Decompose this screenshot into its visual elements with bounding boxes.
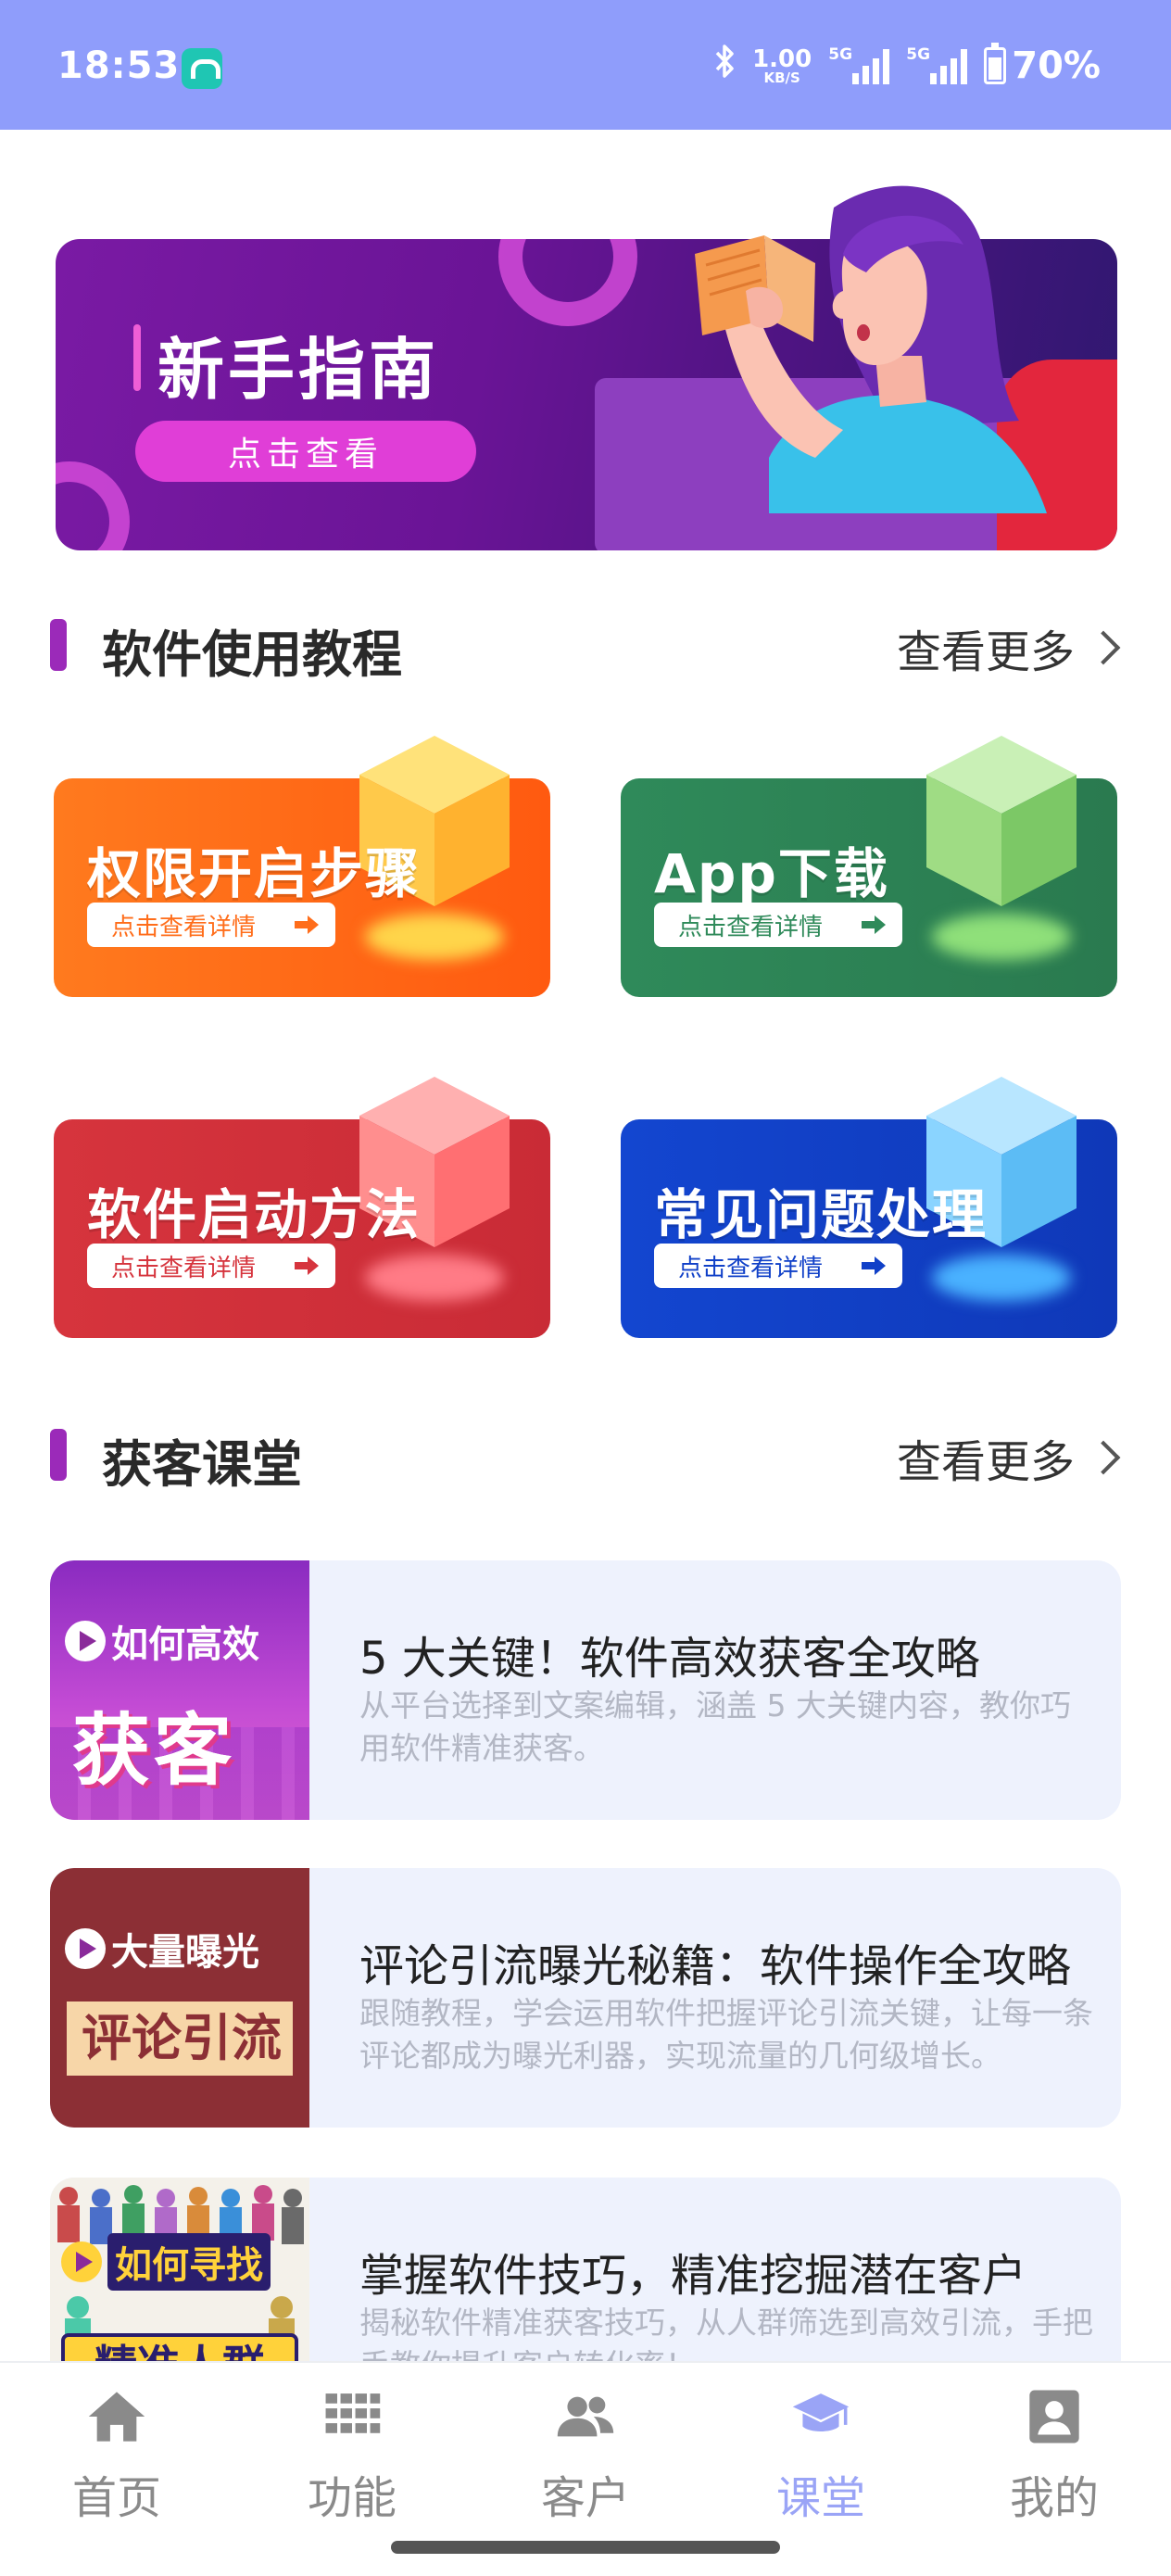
status-indicators: 1.00 KB/S 5G 5G 70%	[713, 43, 1101, 89]
title-accent-bar	[133, 324, 141, 391]
action-label: 点击查看详情	[678, 913, 824, 941]
course-thumbnail: 大量曝光 评论引流	[50, 1868, 309, 2128]
tutorial-card-permissions[interactable]: 权限开启步骤 点击查看详情	[54, 736, 550, 997]
tutorial-card-action[interactable]: 点击查看详情	[87, 903, 335, 947]
status-bar: 18:53 1.00 KB/S 5G 5G 70%	[0, 0, 1171, 130]
play-icon	[65, 1928, 106, 1969]
play-icon	[65, 1621, 106, 1661]
thumbnail-caption: 大量曝光	[65, 1922, 259, 1976]
section-accent-bar	[50, 619, 67, 671]
course-thumbnail: 如何高效 获客	[50, 1560, 309, 1820]
tutorials-section-header: 软件使用教程 查看更多	[50, 606, 1125, 684]
users-icon	[557, 2396, 614, 2437]
thumbnail-caption: 如何寻找	[61, 2233, 271, 2291]
gesture-home-bar[interactable]	[391, 2541, 780, 2554]
network-speed-unit: KB/S	[763, 69, 800, 86]
tutorial-card-title: 软件启动方法	[87, 1183, 422, 1246]
cube-glow	[365, 1255, 504, 1301]
nav-item-classroom[interactable]: 课堂	[747, 2387, 895, 2526]
battery-percent: 70%	[1012, 44, 1101, 87]
tutorial-card-action[interactable]: 点击查看详情	[87, 1244, 335, 1288]
signal-icon: 5G	[906, 45, 968, 84]
signal-tag: 5G	[906, 45, 931, 64]
play-icon	[61, 2241, 102, 2282]
tutorial-card-title: App下载	[654, 842, 889, 905]
profile-icon	[1029, 2390, 1079, 2443]
arrow-right-icon	[862, 1256, 886, 1275]
decor-ring	[56, 461, 130, 550]
action-label: 点击查看详情	[678, 1254, 824, 1282]
tutorial-card-faq[interactable]: 常见问题处理 点击查看详情	[621, 1077, 1117, 1338]
battery-icon	[984, 43, 1007, 84]
action-label: 点击查看详情	[111, 913, 257, 941]
battery-status: 70%	[984, 43, 1101, 87]
nav-label: 功能	[307, 2472, 397, 2524]
tutorial-card-action[interactable]: 点击查看详情	[654, 903, 902, 947]
nav-label: 客户	[540, 2472, 630, 2524]
network-speed: 1.00 KB/S	[752, 47, 812, 85]
app-screen: 18:53 1.00 KB/S 5G 5G 70% 新手指南 点击查看 软件使用…	[0, 0, 1171, 2576]
cube-glow	[932, 914, 1071, 960]
nav-item-profile[interactable]: 我的	[980, 2387, 1128, 2526]
thumbnail-top-text: 如何寻找	[107, 2233, 271, 2291]
banner-title: 新手指南	[157, 331, 440, 409]
grid-icon	[325, 2393, 381, 2433]
tutorial-card-title: 常见问题处理	[654, 1183, 988, 1246]
tutorials-more-link[interactable]: 查看更多	[896, 615, 1121, 680]
signal-tag: 5G	[828, 45, 853, 64]
course-title: 掌握软件技巧，精准挖掘潜在客户	[359, 2250, 1027, 2302]
classroom-section-header: 获客课堂 查看更多	[50, 1416, 1125, 1494]
section-title: 获客课堂	[102, 1435, 302, 1494]
home-icon	[88, 2392, 145, 2442]
course-description: 从平台选择到文案编辑，涵盖 5 大关键内容，教你巧用软件精准获客。	[359, 1687, 1071, 1766]
thumbnail-caption: 如何高效	[65, 1614, 259, 1668]
network-speed-value: 1.00	[752, 44, 812, 73]
banner-view-button[interactable]: 点击查看	[135, 421, 476, 482]
nav-label: 首页	[71, 2472, 161, 2524]
tutorial-card-startup[interactable]: 软件启动方法 点击查看详情	[54, 1077, 550, 1338]
bluetooth-icon	[713, 43, 736, 89]
thumbnail-big-text: 获客	[72, 1705, 236, 1796]
more-label: 查看更多	[896, 626, 1075, 678]
tutorial-card-app-download[interactable]: App下载 点击查看详情	[621, 736, 1117, 997]
course-list-item[interactable]: 如何高效 获客 5 大关键！软件高效获客全攻略 从平台选择到文案编辑，涵盖 5 …	[50, 1560, 1121, 1820]
status-time: 18:53	[57, 44, 181, 87]
chevron-right-icon	[1086, 1440, 1121, 1475]
classroom-more-link[interactable]: 查看更多	[896, 1425, 1121, 1490]
chevron-right-icon	[1086, 630, 1121, 665]
thumbnail-top-text: 如何高效	[111, 1623, 259, 1666]
nav-item-functions[interactable]: 功能	[278, 2387, 426, 2526]
arrow-right-icon	[295, 915, 319, 934]
more-label: 查看更多	[896, 1436, 1075, 1488]
graduation-cap-icon	[792, 2393, 850, 2431]
app-icon	[182, 48, 222, 89]
decor-ring	[498, 239, 637, 326]
arrow-right-icon	[295, 1256, 319, 1275]
cube-decor-icon	[923, 732, 1080, 960]
tutorial-card-action[interactable]: 点击查看详情	[654, 1244, 902, 1288]
thumbnail-top-text: 大量曝光	[111, 1931, 259, 1974]
section-accent-bar	[50, 1429, 67, 1481]
girl-reading-illustration	[695, 185, 1047, 513]
nav-item-home[interactable]: 首页	[43, 2387, 191, 2526]
thumbnail-big-text: 评论引流	[82, 2009, 282, 2067]
nav-label: 我的	[1009, 2472, 1099, 2524]
tutorial-card-title: 权限开启步骤	[87, 842, 422, 905]
nav-item-customers[interactable]: 客户	[511, 2387, 660, 2526]
section-title: 软件使用教程	[102, 625, 402, 684]
course-title: 5 大关键！软件高效获客全攻略	[359, 1633, 980, 1685]
action-label: 点击查看详情	[111, 1254, 257, 1282]
course-description: 跟随教程，学会运用软件把握评论引流关键，让每一条评论都成为曝光利器，实现流量的几…	[359, 1995, 1093, 2074]
signal-icon: 5G	[828, 45, 890, 84]
course-list-item[interactable]: 大量曝光 评论引流 评论引流曝光秘籍：软件操作全攻略 跟随教程，学会运用软件把握…	[50, 1868, 1121, 2128]
cube-glow	[365, 914, 504, 960]
arrow-right-icon	[862, 915, 886, 934]
nav-label: 课堂	[775, 2472, 865, 2524]
course-title: 评论引流曝光秘籍：软件操作全攻略	[359, 1940, 1072, 1992]
cube-glow	[932, 1255, 1071, 1301]
